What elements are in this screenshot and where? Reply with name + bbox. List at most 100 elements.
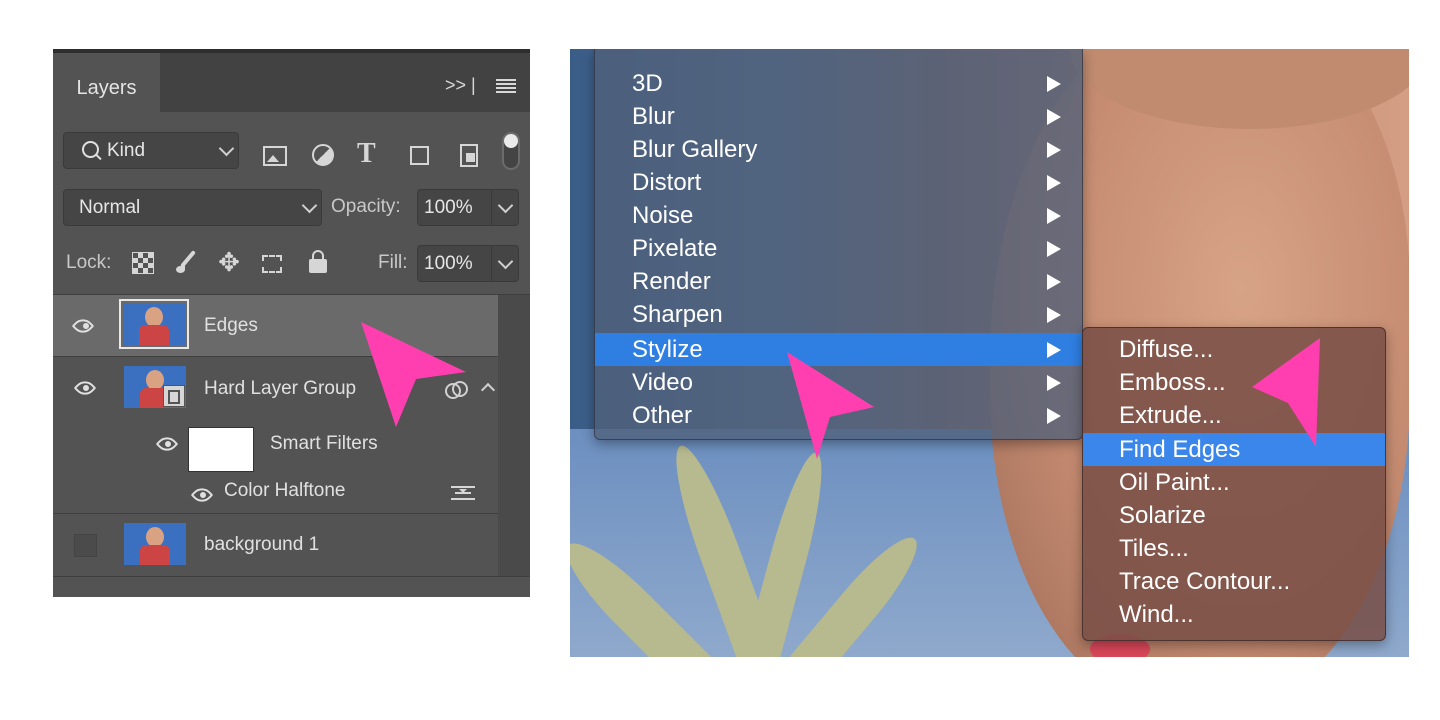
submenu-item-label: Oil Paint... (1119, 469, 1230, 496)
submenu-item-label: Emboss... (1119, 369, 1226, 396)
menu-item-pixelate[interactable]: Pixelate (595, 232, 1082, 265)
submenu-arrow-icon (1047, 342, 1061, 358)
menu-item-label: Stylize (632, 336, 703, 363)
fill-input[interactable]: 100% (417, 245, 519, 282)
menu-item-blur-gallery[interactable]: Blur Gallery (595, 133, 1082, 166)
panel-menu-icon[interactable] (496, 79, 516, 93)
shape-layer-filter-icon[interactable] (406, 142, 432, 168)
layer-name-edges: Edges (204, 315, 258, 336)
eye-pupil (165, 441, 171, 447)
opacity-input[interactable]: 100% (417, 189, 519, 226)
submenu-arrow-icon (1047, 175, 1061, 191)
submenu-item-solarize[interactable]: Solarize (1083, 499, 1385, 532)
lock-transparent-pixels-icon[interactable] (132, 252, 154, 274)
lock-image-pixels-brush-icon[interactable] (174, 249, 200, 275)
menu-item-label: Other (632, 402, 693, 429)
opacity-value: 100% (424, 197, 473, 218)
filter-menu-screenshot: 3D Blur Blur Gallery Distort Noise Pixel… (570, 49, 1409, 657)
blend-mode-select[interactable]: Normal (63, 189, 322, 226)
smart-object-filter-icon[interactable] (456, 142, 482, 168)
menu-item-sharpen[interactable]: Sharpen (595, 298, 1082, 331)
submenu-arrow-icon (1047, 307, 1061, 323)
submenu-arrow-icon (1047, 375, 1061, 391)
menu-item-label: Noise (632, 202, 694, 229)
submenu-arrow-icon (1047, 408, 1061, 424)
submenu-item-oil-paint[interactable]: Oil Paint... (1083, 466, 1385, 499)
submenu-item-label: Solarize (1119, 502, 1206, 529)
thumbnail-selection-frame (119, 299, 189, 349)
fill-label: Fill: (378, 252, 408, 273)
kind-filter-select[interactable]: Kind (63, 132, 239, 169)
submenu-arrow-icon (1047, 142, 1061, 158)
menu-item-label: Video (632, 369, 693, 396)
menu-item-label: Pixelate (632, 235, 718, 262)
smart-filter-mask-thumbnail[interactable] (188, 427, 254, 472)
menu-item-label: Blur Gallery (632, 136, 758, 163)
layer-name-background-1: background 1 (204, 534, 320, 555)
visibility-toggle-empty[interactable] (74, 534, 97, 557)
submenu-arrow-icon (1047, 208, 1061, 224)
lock-artboard-icon[interactable] (259, 251, 283, 273)
lock-all-padlock-icon[interactable] (308, 249, 328, 275)
menu-item-render[interactable]: Render (595, 265, 1082, 298)
menu-item-noise[interactable]: Noise (595, 199, 1082, 232)
menu-item-label: Blur (632, 103, 675, 130)
type-layer-filter-icon[interactable]: T (357, 140, 383, 168)
submenu-arrow-icon (1047, 109, 1061, 125)
submenu-item-emboss[interactable]: Emboss... (1083, 366, 1385, 399)
eye-pupil (83, 385, 89, 391)
smart-filters-label: Smart Filters (270, 433, 378, 454)
submenu-item-find-edges[interactable]: Find Edges (1083, 433, 1385, 466)
pink-pointer-arrow-icon (1252, 338, 1320, 447)
filter-row-color-halftone[interactable]: Color Halftone (53, 472, 498, 512)
chevron-down-icon[interactable] (497, 197, 514, 214)
smart-object-badge-icon (163, 385, 185, 407)
submenu-item-label: Tiles... (1119, 535, 1189, 562)
submenu-item-label: Find Edges (1119, 436, 1241, 463)
menu-item-label: Render (632, 268, 711, 295)
panel-collapse-icon[interactable]: >> | (445, 75, 476, 96)
filter-blending-options-icon[interactable] (451, 486, 475, 502)
submenu-item-diffuse[interactable]: Diffuse... (1083, 333, 1385, 366)
submenu-arrow-icon (1047, 241, 1061, 257)
menu-item-distort[interactable]: Distort (595, 166, 1082, 199)
eye-pupil (200, 492, 206, 498)
menu-item-blur[interactable]: Blur (595, 100, 1082, 133)
filter-toggle-switch[interactable] (502, 132, 520, 170)
lock-position-move-icon[interactable]: ✥ (216, 249, 242, 275)
opacity-divider (491, 190, 492, 225)
submenu-item-wind[interactable]: Wind... (1083, 598, 1385, 631)
pixel-layer-filter-icon[interactable] (262, 142, 288, 168)
tab-layers[interactable]: Layers (53, 53, 160, 112)
menu-item-label: Distort (632, 169, 702, 196)
filter-name-color-halftone: Color Halftone (224, 480, 346, 501)
layer-row-background-1[interactable]: background 1 (53, 514, 498, 575)
divider (53, 576, 530, 577)
stylize-submenu: Diffuse... Emboss... Extrude... Find Edg… (1082, 327, 1386, 641)
layer-thumbnail (124, 523, 186, 565)
submenu-arrow-icon (1047, 76, 1061, 92)
fill-divider (491, 246, 492, 281)
lock-label: Lock: (66, 252, 112, 273)
chevron-down-icon (301, 197, 318, 214)
pink-pointer-arrow-icon (787, 352, 874, 459)
submenu-item-label: Trace Contour... (1119, 568, 1291, 595)
blend-mode-value: Normal (79, 197, 141, 218)
fill-value: 100% (424, 253, 473, 274)
layers-panel: Layers >> | Kind T Normal Opacity: 100% (53, 49, 530, 597)
submenu-item-label: Wind... (1119, 601, 1194, 628)
menu-item-3d[interactable]: 3D (595, 67, 1082, 100)
layers-scrollbar-track[interactable] (498, 295, 530, 577)
menu-item-label: 3D (632, 70, 663, 97)
submenu-arrow-icon (1047, 274, 1061, 290)
chevron-down-icon (218, 140, 235, 157)
submenu-item-tiles[interactable]: Tiles... (1083, 532, 1385, 565)
submenu-item-trace-contour[interactable]: Trace Contour... (1083, 565, 1385, 598)
submenu-item-label: Diffuse... (1119, 336, 1214, 363)
submenu-item-extrude[interactable]: Extrude... (1083, 399, 1385, 432)
kind-filter-label: Kind (107, 140, 146, 161)
chevron-down-icon[interactable] (497, 253, 514, 270)
collapse-chevron-up-icon[interactable] (480, 382, 496, 398)
eye-pupil (83, 323, 89, 329)
adjustment-layer-filter-icon[interactable] (310, 142, 336, 168)
